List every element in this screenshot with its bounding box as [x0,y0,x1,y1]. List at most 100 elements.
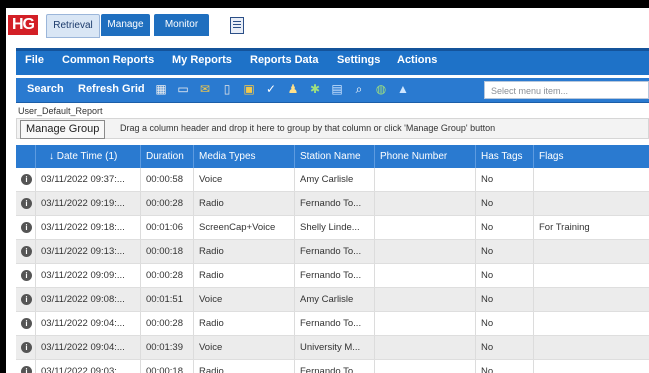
cell-station-name: Fernando To... [294,192,374,215]
menu-settings[interactable]: Settings [337,54,380,66]
table-row[interactable]: i 03/11/2022 09:04:... 00:01:39 Voice Univer… [16,336,649,360]
row-info: i [16,240,35,263]
globe-icon[interactable]: ◍ [374,82,388,96]
info-icon[interactable]: i [21,246,32,257]
alert-icon[interactable]: ▲ [396,82,410,96]
attachment-icon[interactable]: ▯ [220,82,234,96]
cell-date-time: 03/11/2022 09:04:... [35,312,140,335]
cell-station-name: Amy Carlisle [294,168,374,191]
header-flags[interactable]: Flags [533,145,649,168]
cell-date-time: 03/11/2022 09:09:... [35,264,140,287]
person-run-icon[interactable]: ♟ [286,82,300,96]
header-phone-number[interactable]: Phone Number [374,145,475,168]
cell-flags [533,312,649,335]
info-icon[interactable]: i [21,342,32,353]
cell-flags [533,360,649,373]
tab-monitor[interactable]: Monitor [154,14,209,36]
cell-date-time: 03/11/2022 09:03:... [35,360,140,373]
cell-has-tags: No [475,240,533,263]
cell-flags [533,168,649,191]
cell-phone-number [374,360,475,373]
lock-icon[interactable]: ▣ [242,82,256,96]
row-info: i [16,336,35,359]
cell-duration: 00:01:06 [140,216,193,239]
email-icon[interactable]: ✉ [198,82,212,96]
cell-flags [533,336,649,359]
info-icon[interactable]: i [21,222,32,233]
cell-has-tags: No [475,360,533,373]
group-panel[interactable]: Manage Group Drag a column header and dr… [16,118,649,139]
cell-station-name: Shelly Linde... [294,216,374,239]
menu-actions[interactable]: Actions [397,54,437,66]
cell-duration: 00:00:28 [140,192,193,215]
table-row[interactable]: i 03/11/2022 09:19:... 00:00:28 Radio Fernan… [16,192,649,216]
header-date-time[interactable]: ↓ Date Time (1) [35,145,140,168]
table-row[interactable]: i 03/11/2022 09:03:... 00:00:18 Radio Fernan… [16,360,649,373]
tab-manage[interactable]: Manage [101,14,150,36]
header-media-types[interactable]: Media Types [193,145,294,168]
row-info: i [16,360,35,373]
cell-has-tags: No [475,192,533,215]
info-icon[interactable]: i [21,294,32,305]
tab-retrieval[interactable]: Retrieval [46,14,100,38]
table-row[interactable]: i 03/11/2022 09:08:... 00:01:51 Voice Amy Ca… [16,288,649,312]
table-row[interactable]: i 03/11/2022 09:37:... 00:00:58 Voice Amy Ca… [16,168,649,192]
cell-duration: 00:01:39 [140,336,193,359]
app-window: HG Retrieval Manage Monitor File Common … [6,8,649,373]
checkmark-icon[interactable]: ✓ [264,82,278,96]
cell-date-time: 03/11/2022 09:13:... [35,240,140,263]
report-name: User_Default_Report [18,106,103,116]
header-has-tags[interactable]: Has Tags [475,145,533,168]
info-icon[interactable]: i [21,174,32,185]
monitor-icon[interactable]: ▤ [330,82,344,96]
toolbar: Search Refresh Grid ▦ ▭ ✉ ▯ ▣ ✓ ♟ ✱ ▤ ⌕ … [16,78,649,103]
menu-common-reports[interactable]: Common Reports [62,54,154,66]
cell-media-types: ScreenCap+Voice [193,216,294,239]
gear-person-icon[interactable]: ✱ [308,82,322,96]
table-row[interactable]: i 03/11/2022 09:13:... 00:00:18 Radio Fernan… [16,240,649,264]
cell-phone-number [374,168,475,191]
header-duration[interactable]: Duration [140,145,193,168]
search-button[interactable]: Search [27,83,64,95]
table-row[interactable]: i 03/11/2022 09:18:... 00:01:06 ScreenCap+V… [16,216,649,240]
hg-logo: HG [8,15,38,35]
table-row[interactable]: i 03/11/2022 09:04:... 00:00:28 Radio Fernan… [16,312,649,336]
cell-has-tags: No [475,288,533,311]
header-station-name[interactable]: Station Name [294,145,374,168]
cell-station-name: Fernando To... [294,264,374,287]
row-info: i [16,216,35,239]
cell-flags [533,192,649,215]
select-menu-item-dropdown[interactable]: Select menu item... [484,81,649,99]
cell-has-tags: No [475,168,533,191]
cell-phone-number [374,312,475,335]
cell-media-types: Radio [193,240,294,263]
cell-duration: 00:01:51 [140,288,193,311]
cell-phone-number [374,240,475,263]
cell-phone-number [374,288,475,311]
row-info: i [16,264,35,287]
manage-group-button[interactable]: Manage Group [20,120,106,139]
grid-header: ↓ Date Time (1) Duration Media Types Sta… [16,145,649,168]
printer-icon[interactable]: ▭ [176,82,190,96]
info-icon[interactable]: i [21,318,32,329]
refresh-grid-button[interactable]: Refresh Grid [78,83,145,95]
group-hint: Drag a column header and drop it here to… [120,123,496,133]
header-info-column [16,145,35,168]
menu-file[interactable]: File [25,54,44,66]
archive-icon[interactable]: ▦ [154,82,168,96]
cell-flags [533,264,649,287]
document-icon[interactable] [230,17,244,34]
cell-media-types: Voice [193,168,294,191]
menu-my-reports[interactable]: My Reports [172,54,232,66]
info-icon[interactable]: i [21,198,32,209]
magnifier-icon[interactable]: ⌕ [352,82,366,96]
cell-date-time: 03/11/2022 09:19:... [35,192,140,215]
cell-station-name: University M... [294,336,374,359]
table-row[interactable]: i 03/11/2022 09:09:... 00:00:28 Radio Fernan… [16,264,649,288]
menu-reports-data[interactable]: Reports Data [250,54,318,66]
info-icon[interactable]: i [21,366,32,373]
info-icon[interactable]: i [21,270,32,281]
cell-has-tags: No [475,312,533,335]
cell-date-time: 03/11/2022 09:37:... [35,168,140,191]
cell-has-tags: No [475,264,533,287]
